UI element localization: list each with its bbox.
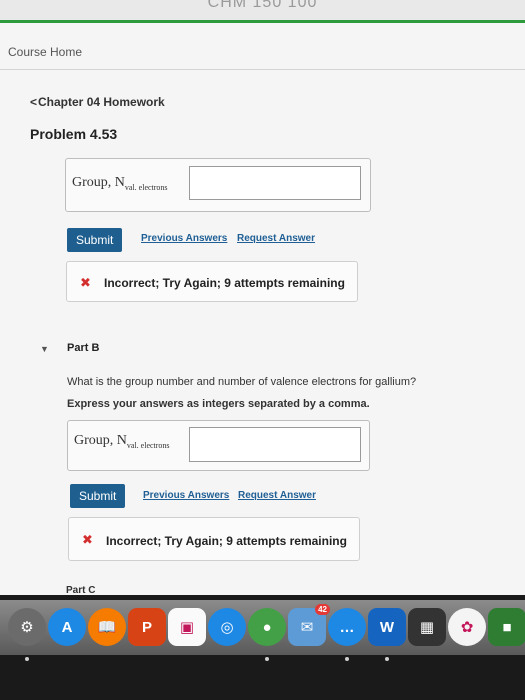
system-preferences-icon-glyph: ⚙	[20, 619, 34, 636]
running-indicator	[345, 657, 349, 661]
photos-icon-glyph: ✿	[460, 619, 474, 636]
part-b-request-answer-link[interactable]: Request Answer	[238, 490, 316, 501]
mail-icon-glyph: ✉	[300, 619, 314, 636]
mail-icon[interactable]: ✉ 42	[288, 604, 330, 646]
powerpoint-icon[interactable]: P	[128, 608, 166, 646]
word-icon-glyph: W	[379, 618, 395, 636]
part-a-answer-label: Group, Nval. electrons	[72, 175, 168, 192]
mail-unread-badge: 42	[315, 604, 330, 615]
part-b-feedback-text: Incorrect; Try Again; 9 attempts remaini…	[106, 534, 347, 548]
safari-icon-glyph: ◎	[220, 619, 234, 636]
part-b-submit-button[interactable]: Submit	[70, 484, 126, 508]
header-divider	[0, 69, 525, 70]
preview-icon-glyph: ▣	[179, 619, 195, 636]
breadcrumb-label: Chapter 04 Homework	[38, 95, 165, 109]
app-store-icon-glyph: A	[61, 618, 73, 636]
part-b-question: What is the group number and number of v…	[67, 376, 417, 388]
incorrect-x-icon: ✖	[80, 275, 91, 290]
running-indicator	[385, 657, 389, 661]
system-preferences-icon[interactable]: ⚙	[8, 608, 46, 646]
problem-title: Problem 4.53	[30, 126, 118, 142]
ibooks-icon[interactable]: 📖	[88, 608, 126, 646]
app-store-icon[interactable]: A	[48, 608, 86, 646]
course-home-link[interactable]: Course Home	[8, 45, 82, 59]
preview-icon[interactable]: ▣	[168, 608, 206, 646]
window-title: CHM 150 100	[207, 0, 318, 11]
incorrect-x-icon: ✖	[82, 532, 93, 547]
part-a-feedback: ✖ Incorrect; Try Again; 9 attempts remai…	[66, 261, 358, 302]
part-b-feedback: ✖ Incorrect; Try Again; 9 attempts remai…	[68, 517, 360, 561]
safari-icon[interactable]: ◎	[208, 608, 246, 646]
part-a-feedback-text: Incorrect; Try Again; 9 attempts remaini…	[104, 276, 345, 290]
running-indicator	[25, 657, 29, 661]
facetime-icon[interactable]: ■	[488, 608, 525, 646]
homework-page: Course Home <Chapter 04 Homework Problem…	[0, 23, 525, 595]
part-a-previous-answers-link[interactable]: Previous Answers	[141, 233, 227, 244]
part-a-submit-button[interactable]: Submit	[67, 228, 123, 252]
breadcrumb[interactable]: <Chapter 04 Homework	[30, 95, 165, 109]
part-b-previous-answers-link[interactable]: Previous Answers	[143, 490, 229, 501]
ibooks-icon-glyph: 📖	[97, 619, 117, 636]
part-b-collapse-icon[interactable]: ▼	[40, 344, 49, 354]
window-top-bar: CHM 150 100	[0, 0, 525, 20]
part-c-title[interactable]: Part C	[66, 585, 95, 595]
part-a-answer-box: Group, Nval. electrons	[65, 158, 371, 212]
chrome-icon-glyph: ●	[262, 618, 272, 636]
running-indicator	[265, 657, 269, 661]
messages-icon-glyph: …	[339, 618, 355, 636]
dock: ⚙ A 📖 P ▣ ◎ ● ✉ 42 … W ▦ ✿ ■	[0, 600, 525, 655]
part-b-answer-input[interactable]	[189, 427, 361, 462]
calculator-icon[interactable]: ▦	[408, 608, 446, 646]
powerpoint-icon-glyph: P	[141, 618, 152, 636]
calculator-icon-glyph: ▦	[419, 619, 435, 636]
part-a-request-answer-link[interactable]: Request Answer	[237, 233, 315, 244]
part-b-title[interactable]: Part B	[67, 342, 99, 354]
part-b-answer-box: Group, Nval. electrons	[67, 420, 370, 471]
messages-icon[interactable]: …	[328, 608, 366, 646]
photos-icon[interactable]: ✿	[448, 608, 486, 646]
part-b-answer-label: Group, Nval. electrons	[74, 433, 170, 450]
word-icon[interactable]: W	[368, 608, 406, 646]
chrome-icon[interactable]: ●	[248, 608, 286, 646]
part-b-instruction: Express your answers as integers separat…	[67, 398, 370, 410]
part-a-answer-input[interactable]	[189, 166, 361, 200]
facetime-icon-glyph: ■	[502, 618, 512, 636]
chevron-left-icon: <	[30, 95, 38, 109]
